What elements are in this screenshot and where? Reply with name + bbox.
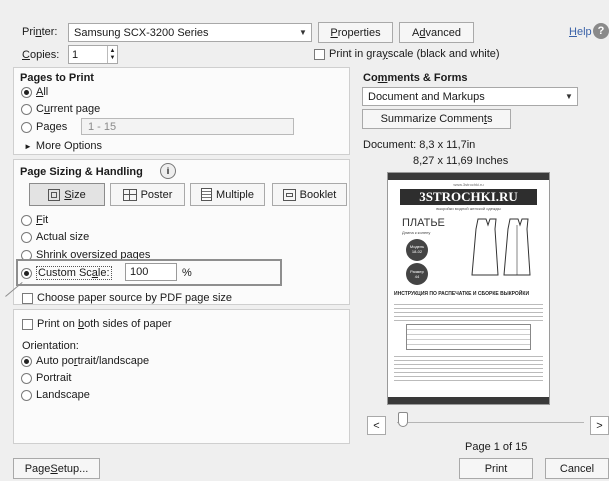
- next-page-button[interactable]: >: [590, 416, 609, 435]
- percent-label: %: [182, 267, 192, 279]
- actual-size-option[interactable]: Actual size: [21, 231, 89, 243]
- comments-forms-value: Document and Markups: [368, 90, 485, 103]
- orientation-title: Orientation:: [22, 340, 79, 352]
- prev-page-button[interactable]: <: [367, 416, 386, 435]
- current-page-option[interactable]: Current page: [21, 103, 100, 115]
- preview-header-bar: [388, 173, 549, 180]
- all-pages-option[interactable]: All: [21, 86, 48, 98]
- actual-size-radio[interactable]: [21, 231, 32, 243]
- dress-illustration-icon: [471, 218, 531, 276]
- portrait-option[interactable]: Portrait: [21, 372, 71, 384]
- paper-size-info: 8,27 x 11,69 Inches: [413, 155, 509, 167]
- pages-range-input[interactable]: 1 - 15: [81, 118, 294, 135]
- portrait-radio[interactable]: [21, 372, 32, 384]
- tab-booklet[interactable]: Booklet: [272, 183, 347, 206]
- page-slider-track[interactable]: [397, 422, 584, 423]
- tab-poster[interactable]: Poster: [110, 183, 185, 206]
- info-icon[interactable]: i: [160, 163, 176, 179]
- multiple-icon: [201, 188, 213, 201]
- poster-icon: [122, 188, 137, 201]
- tab-size[interactable]: Size: [29, 183, 105, 206]
- both-sides-checkbox[interactable]: [22, 318, 33, 330]
- pages-to-print-title: Pages to Print: [20, 72, 94, 84]
- chevron-down-icon: ▼: [565, 92, 573, 101]
- pages-range-option[interactable]: Pages: [21, 121, 67, 133]
- preview-model-badge: Модель 18-02: [406, 239, 428, 261]
- chevron-down-icon: ▼: [299, 28, 307, 37]
- chevron-right-icon: >: [596, 419, 603, 432]
- printer-label: Printer:: [22, 26, 58, 38]
- more-options-toggle[interactable]: ► More Options: [24, 140, 102, 152]
- booklet-icon: [282, 188, 296, 201]
- page-setup-button[interactable]: Page Setup...: [13, 458, 100, 479]
- preview-logo: 3STROCHKI.RU: [400, 189, 537, 205]
- properties-button[interactable]: Properties: [318, 22, 393, 43]
- landscape-radio[interactable]: [21, 389, 32, 401]
- print-preview-page: www.3strochki.ru 3STROCHKI.RU выкройки м…: [387, 172, 550, 405]
- copies-label: Copies:: [22, 49, 60, 61]
- preview-diagram: [406, 324, 531, 350]
- current-page-radio[interactable]: [21, 103, 32, 115]
- pages-radio[interactable]: [21, 121, 32, 133]
- auto-orientation-option[interactable]: Auto portrait/landscape: [21, 355, 149, 367]
- comments-forms-title: Comments & Forms: [363, 72, 468, 84]
- help-icon[interactable]: ?: [593, 23, 609, 39]
- document-size-info: Document: 8,3 x 11,7in: [363, 139, 476, 151]
- preview-text-block-2: [394, 353, 543, 381]
- all-radio[interactable]: [21, 86, 32, 98]
- summarize-comments-button[interactable]: Summarize Commen t s: [362, 109, 511, 129]
- grayscale-option[interactable]: Print in grayscale (black and white): [314, 48, 500, 60]
- page-counter: Page 1 of 15: [465, 441, 528, 453]
- page-sizing-title: Page Sizing & Handling: [20, 166, 143, 178]
- copies-value: 1: [72, 48, 79, 61]
- printer-select[interactable]: Samsung SCX-3200 Series ▼: [68, 23, 312, 42]
- printer-value: Samsung SCX-3200 Series: [74, 26, 209, 39]
- custom-scale-radio[interactable]: [21, 267, 32, 279]
- landscape-option[interactable]: Landscape: [21, 389, 90, 401]
- preview-heading: ИНСТРУКЦИЯ ПО РАСПЕЧАТКЕ И СБОРКЕ ВЫКРОЙ…: [394, 291, 530, 297]
- preview-size-badge: Размер 44: [406, 263, 428, 285]
- custom-scale-input[interactable]: 100: [125, 263, 177, 281]
- print-button[interactable]: Print: [459, 458, 533, 479]
- paper-source-option[interactable]: Choose paper source by PDF page size: [22, 292, 232, 304]
- cancel-button[interactable]: Cancel: [545, 458, 609, 479]
- both-sides-option[interactable]: Print on both sides of paper: [22, 318, 172, 330]
- custom-scale-option[interactable]: Custom Scale:: [21, 266, 112, 280]
- stepper-arrows-icon[interactable]: ▲ ▼: [107, 46, 117, 63]
- paper-source-checkbox[interactable]: [22, 292, 33, 304]
- grayscale-checkbox[interactable]: [314, 48, 325, 60]
- preview-site: www.3strochki.ru: [453, 182, 484, 187]
- advanced-button[interactable]: Ad vanced: [399, 22, 474, 43]
- tab-multiple[interactable]: Multiple: [190, 183, 265, 206]
- copies-stepper[interactable]: 1 ▲ ▼: [68, 45, 118, 64]
- comments-forms-select[interactable]: Document and Markups ▼: [362, 87, 578, 106]
- preview-subtitle: Длина к колену: [402, 230, 431, 235]
- fit-radio[interactable]: [21, 214, 32, 226]
- triangle-right-icon: ►: [24, 141, 32, 151]
- size-icon: [48, 188, 61, 201]
- page-slider-thumb[interactable]: [398, 412, 408, 427]
- help-link[interactable]: Help: [569, 26, 592, 38]
- preview-title: ПЛАТЬЕ: [402, 217, 445, 229]
- auto-orientation-radio[interactable]: [21, 355, 32, 367]
- preview-text-block: [394, 301, 543, 321]
- preview-footer-bar: [388, 397, 549, 404]
- fit-option[interactable]: Fit: [21, 214, 48, 226]
- chevron-left-icon: <: [373, 419, 380, 432]
